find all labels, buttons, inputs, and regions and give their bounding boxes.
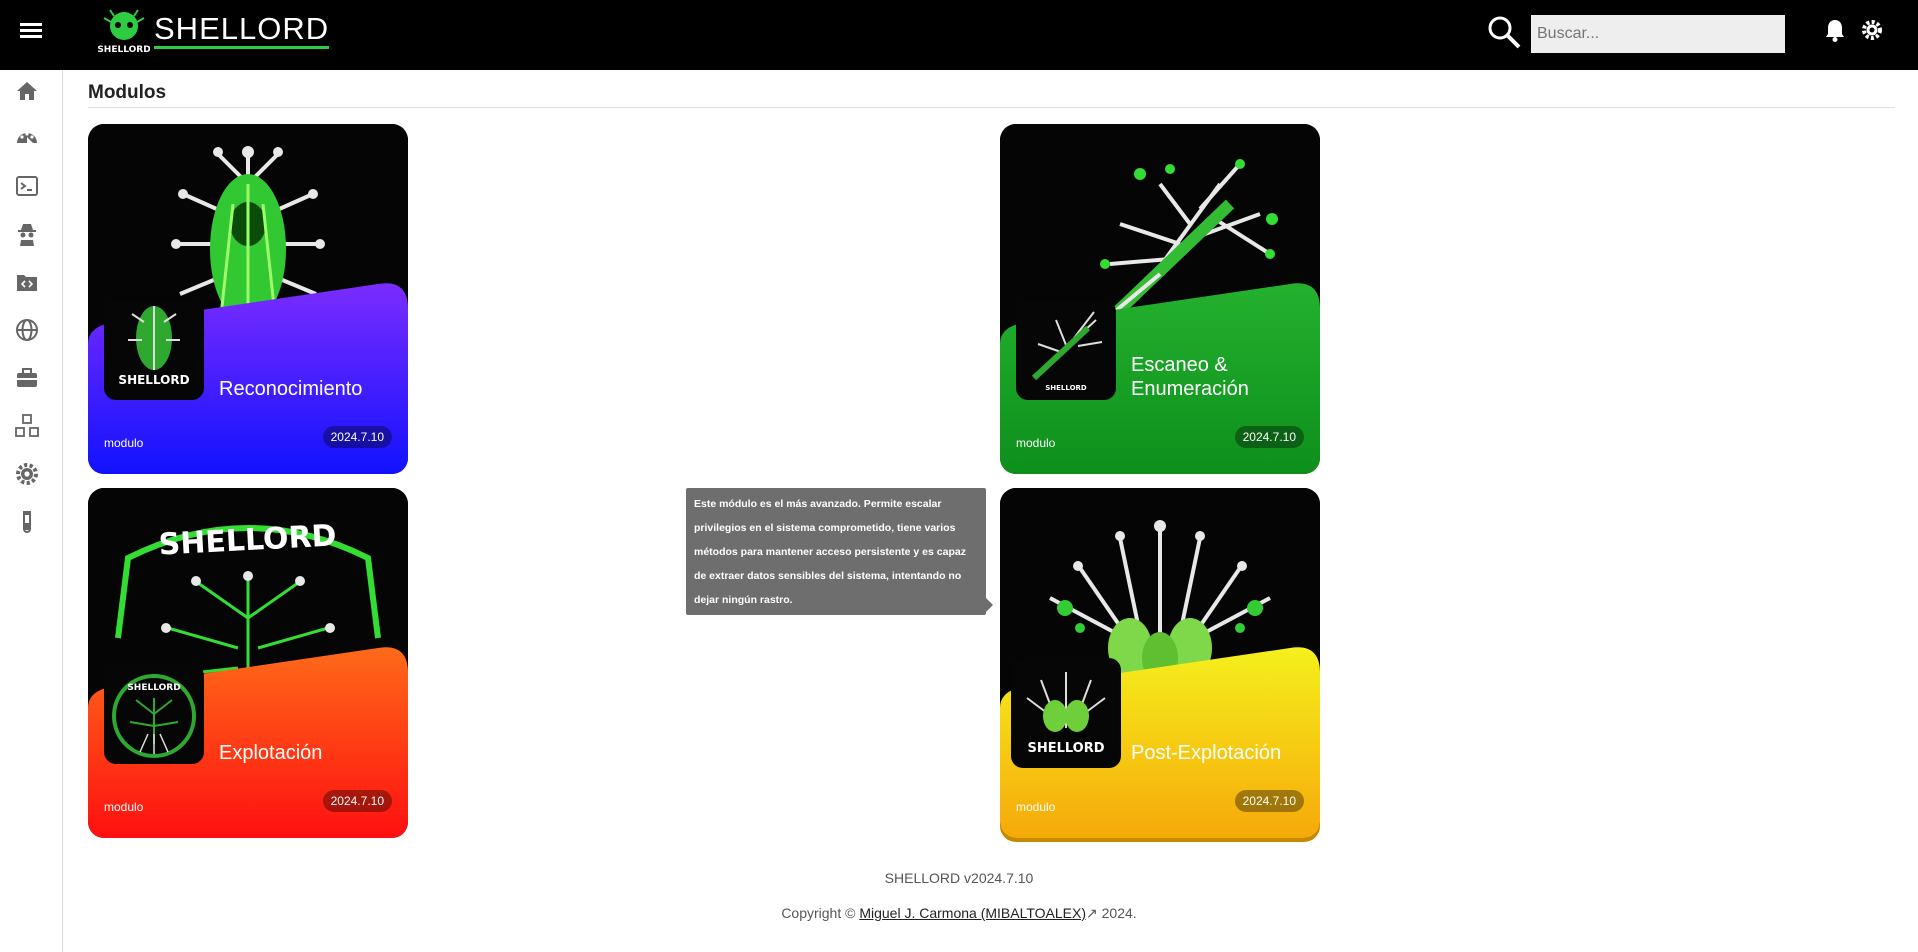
dashboard-icon[interactable] bbox=[14, 125, 40, 151]
svg-text:SHELLORD: SHELLORD bbox=[98, 45, 150, 55]
module-description-tooltip: Este módulo es el más avanzado. Permite … bbox=[686, 488, 986, 615]
card-title[interactable]: Reconocimiento bbox=[219, 377, 362, 401]
svg-text:SHELLORD: SHELLORD bbox=[118, 373, 189, 387]
svg-text:SHELLORD: SHELLORD bbox=[1027, 741, 1104, 756]
module-card-explotacion[interactable]: SHELLORD SHELLORD Explotación modulo 202… bbox=[88, 488, 408, 838]
external-link-icon: ↗ bbox=[1086, 905, 1098, 921]
module-card-post-explotacion[interactable]: SHELLORD Post-Explotación modulo 2024.7.… bbox=[1000, 488, 1320, 838]
card-tag: modulo bbox=[1016, 800, 1056, 814]
copyright: Copyright © Miguel J. Carmona (MIBALTOAL… bbox=[0, 905, 1918, 922]
footer-version: SHELLORD v2024.7.10 bbox=[884, 870, 1034, 886]
home-icon[interactable] bbox=[14, 78, 40, 104]
top-navbar: SHELLORD SHELLORD bbox=[0, 0, 1918, 70]
notifications-bell-icon[interactable] bbox=[1824, 18, 1846, 42]
search-icon[interactable] bbox=[1486, 14, 1522, 50]
card-version-badge: 2024.7.10 bbox=[1234, 426, 1304, 448]
spy-icon[interactable] bbox=[14, 221, 40, 247]
terminal-icon[interactable] bbox=[14, 173, 40, 199]
svg-text:SHELLORD: SHELLORD bbox=[127, 683, 180, 693]
brand-title[interactable]: SHELLORD bbox=[154, 12, 330, 49]
svg-text:SHELLORD: SHELLORD bbox=[1045, 384, 1087, 392]
card-title[interactable]: Escaneo & Enumeración bbox=[1131, 353, 1249, 401]
copyright-prefix: Copyright © bbox=[781, 905, 856, 921]
hamburger-menu-icon[interactable] bbox=[20, 20, 42, 42]
shellord-logo[interactable]: SHELLORD bbox=[98, 8, 150, 56]
tooltip-arrow bbox=[986, 598, 993, 612]
search-input[interactable] bbox=[1531, 15, 1785, 53]
explotacion-thumbnail: SHELLORD bbox=[104, 664, 204, 764]
gear-icon[interactable] bbox=[14, 461, 40, 487]
card-version-badge: 2024.7.10 bbox=[322, 790, 392, 812]
modules-icon[interactable] bbox=[14, 413, 40, 439]
title-divider bbox=[88, 107, 1895, 108]
post-explotacion-thumbnail: SHELLORD bbox=[1011, 658, 1121, 768]
code-folder-icon[interactable] bbox=[14, 269, 40, 295]
author-link[interactable]: Miguel J. Carmona (MIBALTOALEX) bbox=[859, 905, 1086, 921]
toolbox-icon[interactable] bbox=[14, 365, 40, 391]
card-title-line2: Enumeración bbox=[1131, 378, 1249, 400]
card-tag: modulo bbox=[104, 436, 144, 450]
card-title-line1: Escaneo & bbox=[1131, 354, 1228, 376]
copyright-year: 2024. bbox=[1101, 905, 1137, 921]
settings-gear-icon[interactable] bbox=[1860, 18, 1884, 42]
reconocimiento-thumbnail: SHELLORD bbox=[104, 300, 204, 400]
card-tag: modulo bbox=[104, 800, 144, 814]
flask-icon[interactable] bbox=[14, 509, 40, 535]
escaneo-thumbnail: SHELLORD bbox=[1016, 300, 1116, 400]
globe-icon[interactable] bbox=[14, 317, 40, 343]
card-band bbox=[1000, 283, 1320, 474]
card-version-badge: 2024.7.10 bbox=[1234, 790, 1304, 812]
card-band bbox=[88, 647, 408, 838]
sidebar bbox=[0, 70, 63, 952]
card-title[interactable]: Post-Explotación bbox=[1131, 741, 1281, 765]
page-title: Modulos bbox=[88, 82, 167, 103]
card-tag: modulo bbox=[1016, 436, 1056, 450]
card-title[interactable]: Explotación bbox=[219, 741, 322, 765]
module-card-reconocimiento[interactable]: SHELLORD Reconocimiento modulo 2024.7.10 bbox=[88, 124, 408, 474]
card-version-badge: 2024.7.10 bbox=[322, 426, 392, 448]
module-card-escaneo[interactable]: SHELLORD Escaneo & Enumeración modulo 202… bbox=[1000, 124, 1320, 474]
card-band bbox=[88, 283, 408, 474]
